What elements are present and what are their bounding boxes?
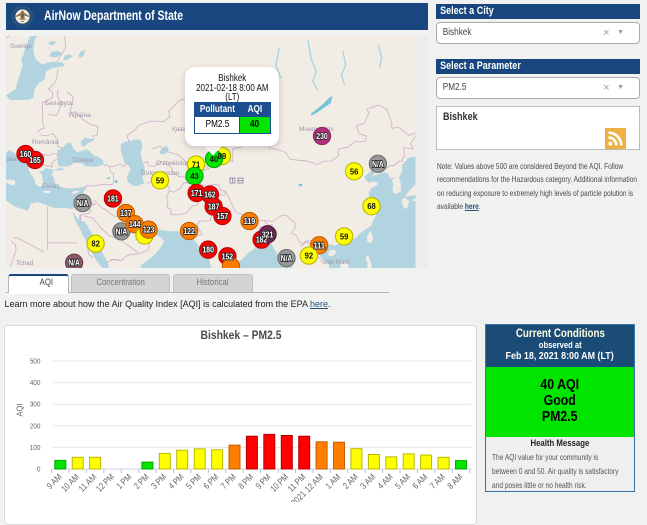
svg-text:N/A: N/A [77, 198, 89, 208]
svg-text:144: 144 [129, 219, 141, 229]
svg-text:5 PM: 5 PM [184, 471, 203, 490]
svg-text:122: 122 [183, 226, 195, 236]
svg-text:6 AM: 6 AM [410, 471, 429, 490]
svg-text:180: 180 [202, 245, 214, 255]
svg-text:10 AM: 10 AM [59, 471, 81, 493]
svg-text:321: 321 [262, 229, 274, 239]
svg-text:4 AM: 4 AM [375, 471, 394, 490]
svg-text:N/A: N/A [372, 159, 384, 169]
svg-text:Україна: Україна [68, 112, 91, 119]
svg-text:92: 92 [305, 251, 314, 261]
svg-text:100: 100 [29, 442, 40, 451]
svg-text:3 AM: 3 AM [358, 471, 377, 490]
svg-text:181: 181 [107, 194, 119, 204]
svg-text:171: 171 [191, 188, 203, 198]
svg-text:89: 89 [218, 151, 227, 161]
svg-text:111: 111 [313, 240, 325, 250]
svg-text:2 PM: 2 PM [131, 471, 150, 490]
svg-text:400: 400 [29, 378, 40, 387]
svg-text:2 AM: 2 AM [340, 471, 359, 490]
svg-text:157: 157 [217, 211, 229, 221]
svg-text:Italia: Italia [6, 156, 17, 163]
svg-text:7 AM: 7 AM [427, 471, 446, 490]
svg-text:162: 162 [204, 190, 216, 200]
svg-text:1 AM: 1 AM [323, 471, 342, 490]
svg-text:5 AM: 5 AM [393, 471, 412, 490]
svg-text:82: 82 [91, 239, 100, 249]
svg-text:3 PM: 3 PM [149, 471, 168, 490]
svg-text:11 AM: 11 AM [76, 471, 98, 493]
svg-text:6 PM: 6 PM [201, 471, 220, 490]
svg-text:500: 500 [29, 356, 40, 365]
svg-text:165: 165 [29, 155, 41, 165]
svg-text:68: 68 [367, 201, 376, 211]
svg-text:4 PM: 4 PM [166, 471, 185, 490]
svg-text:10 PM: 10 PM [268, 471, 290, 493]
svg-text:Sverige: Sverige [10, 43, 32, 50]
svg-text:119: 119 [244, 216, 256, 226]
svg-text:N/A: N/A [281, 253, 293, 263]
svg-text:Bishkek – PM2.5: Bishkek – PM2.5 [200, 328, 281, 342]
svg-text:O'zbekiston: O'zbekiston [156, 160, 190, 167]
svg-text:AQI: AQI [15, 403, 24, 416]
svg-text:Ελλάς: Ελλάς [42, 182, 60, 190]
svg-text:7 PM: 7 PM [218, 471, 237, 490]
svg-text:1 PM: 1 PM [114, 471, 133, 490]
svg-text:59: 59 [156, 175, 165, 185]
svg-text:N/A: N/A [68, 258, 80, 268]
svg-text:România: România [32, 139, 58, 146]
svg-text:59: 59 [340, 231, 349, 241]
svg-text:71: 71 [192, 160, 201, 170]
svg-text:187: 187 [208, 202, 220, 212]
svg-text:300: 300 [29, 399, 40, 408]
svg-text:Việt Nam: Việt Nam [323, 259, 350, 266]
svg-text:152: 152 [222, 251, 234, 261]
svg-text:Беларусь: Беларусь [45, 100, 74, 107]
svg-text:43: 43 [190, 171, 199, 181]
svg-text:123: 123 [143, 225, 155, 235]
svg-text:8 AM: 8 AM [445, 471, 464, 490]
svg-text:Tchad: Tchad [16, 260, 34, 267]
svg-text:56: 56 [350, 166, 359, 176]
svg-text:Türkiye: Türkiye [72, 157, 94, 164]
svg-text:0: 0 [36, 464, 40, 473]
svg-text:12 PM: 12 PM [94, 471, 116, 493]
svg-text:230: 230 [316, 131, 328, 141]
svg-text:137: 137 [120, 208, 132, 218]
svg-text:8 PM: 8 PM [236, 471, 255, 490]
svg-text:40: 40 [210, 154, 219, 164]
svg-text:200: 200 [29, 421, 40, 430]
svg-text:N/A: N/A [116, 226, 128, 236]
